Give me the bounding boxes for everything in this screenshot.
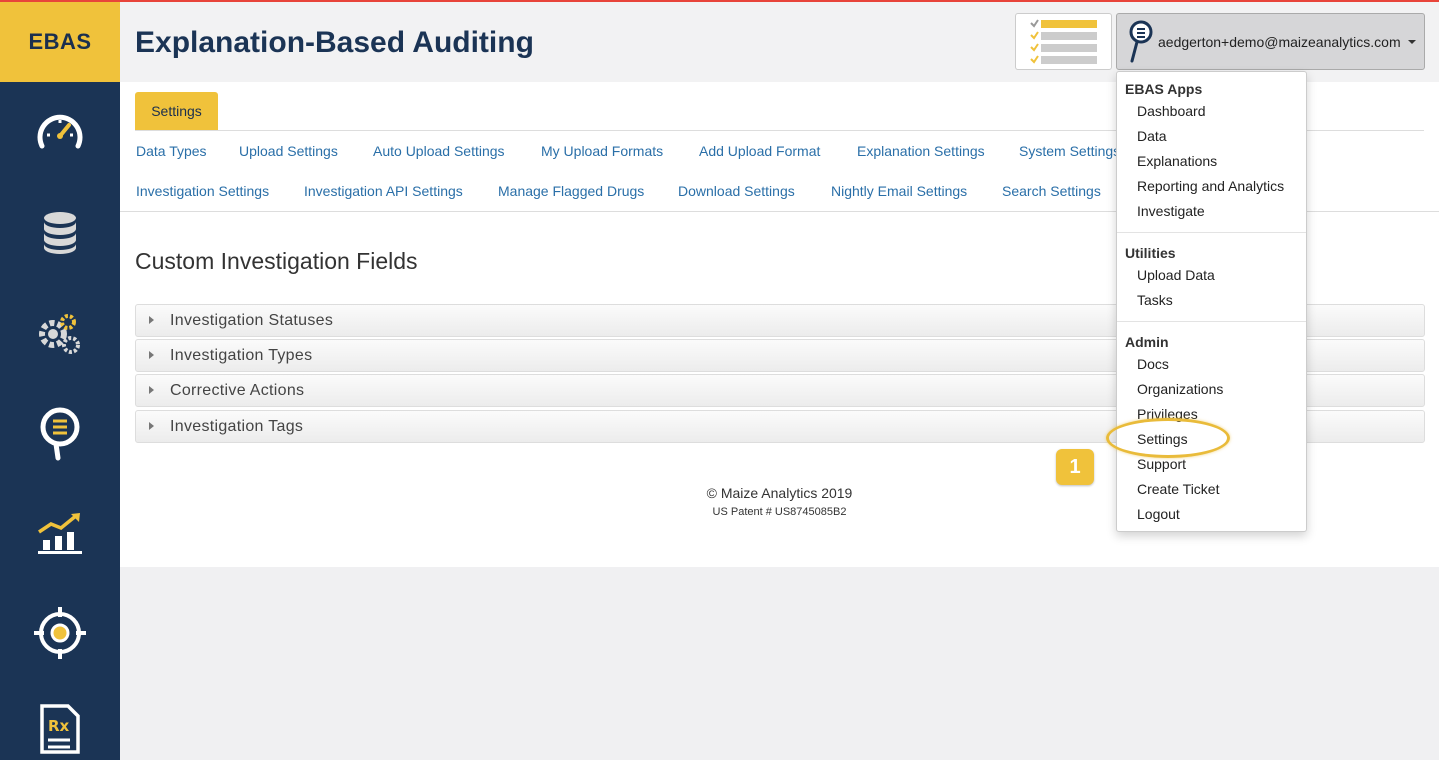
link-manage-flagged-drugs[interactable]: Manage Flagged Drugs bbox=[498, 183, 644, 199]
checklist-icon bbox=[1030, 19, 1097, 64]
accordion-label: Investigation Tags bbox=[170, 418, 304, 435]
sidebar-item-dashboard[interactable] bbox=[0, 98, 120, 168]
menu-item-docs[interactable]: Docs bbox=[1137, 356, 1169, 372]
svg-text:Rx: Rx bbox=[48, 717, 70, 735]
menu-item-upload-data[interactable]: Upload Data bbox=[1137, 267, 1215, 283]
user-dropdown-menu: EBAS Apps Dashboard Data Explanations Re… bbox=[1116, 71, 1307, 532]
dropdown-heading-utilities: Utilities bbox=[1125, 245, 1176, 261]
link-investigation-settings[interactable]: Investigation Settings bbox=[136, 183, 269, 199]
accordion-label: Corrective Actions bbox=[170, 382, 305, 399]
menu-item-create-ticket[interactable]: Create Ticket bbox=[1137, 481, 1219, 497]
caret-right-icon bbox=[149, 351, 154, 359]
settings-highlight-ring bbox=[1106, 418, 1230, 458]
menu-item-organizations[interactable]: Organizations bbox=[1137, 381, 1223, 397]
dashboard-gauge-icon bbox=[37, 114, 83, 149]
menu-item-tasks[interactable]: Tasks bbox=[1137, 292, 1173, 308]
user-email: aedgerton+demo@maizeanalytics.com bbox=[1158, 34, 1401, 50]
sidebar-item-analytics[interactable] bbox=[0, 498, 120, 568]
sidebar-item-investigate[interactable] bbox=[0, 398, 120, 468]
tasks-button[interactable] bbox=[1015, 13, 1112, 70]
dropdown-heading-ebas-apps: EBAS Apps bbox=[1125, 81, 1203, 97]
menu-item-data[interactable]: Data bbox=[1137, 128, 1167, 144]
menu-item-logout[interactable]: Logout bbox=[1137, 506, 1180, 522]
dropdown-heading-admin: Admin bbox=[1125, 334, 1169, 350]
link-auto-upload-settings[interactable]: Auto Upload Settings bbox=[373, 143, 505, 159]
top-accent-line bbox=[0, 0, 1439, 2]
menu-item-support[interactable]: Support bbox=[1137, 456, 1186, 472]
analytics-chart-icon bbox=[38, 513, 82, 554]
link-data-types[interactable]: Data Types bbox=[136, 143, 207, 159]
sidebar-item-settings[interactable] bbox=[0, 298, 120, 368]
link-download-settings[interactable]: Download Settings bbox=[678, 183, 795, 199]
tab-settings[interactable]: Settings bbox=[135, 92, 218, 130]
sidebar-item-data[interactable] bbox=[0, 198, 120, 268]
database-icon bbox=[44, 212, 76, 254]
link-my-upload-formats[interactable]: My Upload Formats bbox=[541, 143, 663, 159]
section-title: Custom Investigation Fields bbox=[135, 248, 418, 274]
menu-item-explanations[interactable]: Explanations bbox=[1137, 153, 1217, 169]
user-avatar-icon bbox=[1129, 20, 1153, 63]
caret-down-icon bbox=[1408, 40, 1416, 44]
link-nightly-email-settings[interactable]: Nightly Email Settings bbox=[831, 183, 967, 199]
user-menu-button[interactable]: aedgerton+demo@maizeanalytics.com bbox=[1116, 13, 1425, 70]
step-badge: 1 bbox=[1056, 449, 1094, 485]
caret-right-icon bbox=[149, 386, 154, 394]
page-title: Explanation-Based Auditing bbox=[135, 26, 534, 59]
link-search-settings[interactable]: Search Settings bbox=[1002, 183, 1101, 199]
menu-item-dashboard[interactable]: Dashboard bbox=[1137, 103, 1206, 119]
link-investigation-api-settings[interactable]: Investigation API Settings bbox=[304, 183, 463, 199]
investigate-magnifier-icon bbox=[40, 407, 80, 461]
menu-item-investigate[interactable]: Investigate bbox=[1137, 203, 1205, 219]
accordion-label: Investigation Statuses bbox=[170, 312, 334, 329]
menu-item-reporting-and-analytics[interactable]: Reporting and Analytics bbox=[1137, 178, 1284, 194]
link-explanation-settings[interactable]: Explanation Settings bbox=[857, 143, 985, 159]
link-upload-settings[interactable]: Upload Settings bbox=[239, 143, 338, 159]
rx-document-icon: Rx bbox=[40, 704, 80, 754]
menu-divider bbox=[1117, 232, 1306, 233]
sidebar-item-rx[interactable]: Rx bbox=[0, 698, 120, 760]
ebas-logo[interactable]: EBAS bbox=[0, 2, 120, 82]
caret-right-icon bbox=[149, 422, 154, 430]
gears-icon bbox=[39, 314, 80, 354]
link-add-upload-format[interactable]: Add Upload Format bbox=[699, 143, 820, 159]
header: Explanation-Based Auditing aedgerton+dem… bbox=[120, 2, 1439, 82]
caret-right-icon bbox=[149, 316, 154, 324]
accordion-label: Investigation Types bbox=[170, 347, 313, 364]
target-icon bbox=[34, 607, 86, 659]
sidebar-item-target[interactable] bbox=[0, 598, 120, 668]
link-system-settings[interactable]: System Settings bbox=[1019, 143, 1120, 159]
menu-divider bbox=[1117, 321, 1306, 322]
sidebar: EBAS Rx bbox=[0, 0, 120, 760]
